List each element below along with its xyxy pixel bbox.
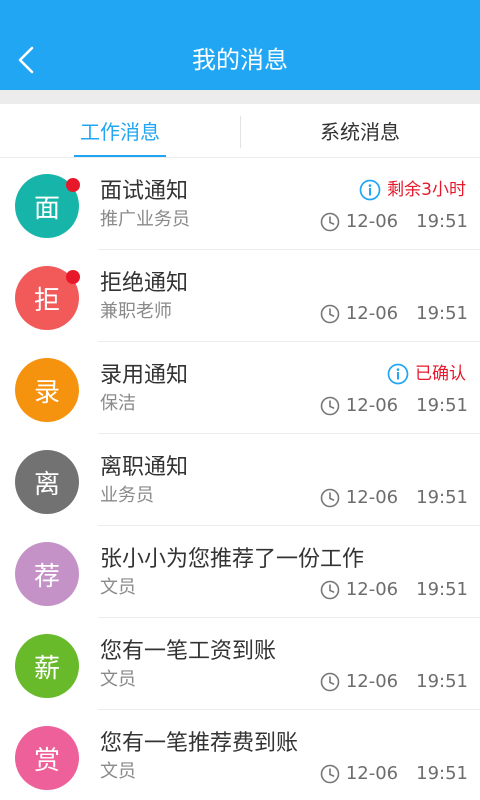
message-subtitle: 保洁 [100, 393, 136, 414]
message-title: 您有一笔推荐费到账 [100, 731, 299, 756]
message-time: 12-06 19:51 [320, 578, 468, 602]
message-avatar: 薪 [15, 634, 79, 698]
message-clock-time: 19:51 [416, 487, 468, 508]
message-status: 剩余3小时 [359, 178, 466, 202]
tab-work-messages[interactable]: 工作消息 [0, 104, 240, 157]
avatar-char: 薪 [33, 653, 60, 684]
message-subtitle: 文员 [100, 669, 136, 690]
message-time: 12-06 19:51 [320, 210, 468, 234]
message-time: 12-06 19:51 [320, 486, 468, 510]
clock-icon [320, 672, 340, 692]
message-time: 12-06 19:51 [320, 302, 468, 326]
message-time: 12-06 19:51 [320, 670, 468, 694]
clock-icon [320, 764, 340, 784]
page-title: 我的消息 [192, 46, 288, 74]
avatar-char: 拒 [33, 285, 60, 316]
message-date: 12-06 [345, 487, 399, 508]
message-date: 12-06 [345, 303, 399, 324]
message-clock-time: 19:51 [416, 395, 468, 416]
message-avatar: 荐 [15, 542, 79, 606]
message-row[interactable]: 赏 您有一笔推荐费到账文员 12-06 19:51 [0, 710, 480, 800]
message-status: 已确认 [387, 362, 466, 386]
message-date: 12-06 [345, 395, 399, 416]
clock-icon [320, 304, 340, 324]
message-row[interactable]: 薪 您有一笔工资到账文员 12-06 19:51 [0, 618, 480, 710]
unread-dot [66, 178, 80, 192]
message-avatar: 赏 [15, 726, 79, 790]
message-row[interactable]: 面 面试通知推广业务员 剩余3小时 12-06 19:51 [0, 158, 480, 250]
avatar-char: 荐 [33, 561, 60, 592]
message-title: 面试通知 [100, 179, 189, 204]
message-clock-time: 19:51 [416, 763, 468, 784]
message-date: 12-06 [345, 671, 399, 692]
status-text: 已确认 [415, 364, 466, 384]
message-clock-time: 19:51 [416, 211, 468, 232]
message-date: 12-06 [345, 579, 399, 600]
message-title: 张小小为您推荐了一份工作 [100, 547, 365, 572]
avatar-char: 面 [33, 193, 60, 224]
clock-icon [320, 488, 340, 508]
clock-icon [320, 580, 340, 600]
message-title: 离职通知 [100, 455, 189, 480]
message-clock-time: 19:51 [416, 303, 468, 324]
message-subtitle: 推广业务员 [100, 209, 190, 230]
message-avatar: 面 [15, 174, 80, 238]
message-row[interactable]: 录 录用通知保洁 已确认 12-06 19:51 [0, 342, 480, 434]
message-title: 拒绝通知 [100, 271, 189, 296]
clock-icon [320, 396, 340, 416]
info-icon [359, 179, 381, 201]
message-date: 12-06 [345, 763, 399, 784]
status-text: 剩余3小时 [387, 180, 466, 200]
avatar-char: 离 [33, 469, 60, 500]
clock-icon [320, 212, 340, 232]
message-date: 12-06 [345, 211, 399, 232]
message-subtitle: 兼职老师 [100, 301, 172, 322]
tab-divider [240, 116, 241, 148]
message-time: 12-06 19:51 [320, 762, 468, 786]
message-clock-time: 19:51 [416, 579, 468, 600]
message-avatar: 拒 [15, 266, 80, 330]
message-avatar: 离 [15, 450, 79, 514]
avatar-char: 录 [33, 377, 60, 408]
message-row[interactable]: 拒 拒绝通知兼职老师 12-06 19:51 [0, 250, 480, 342]
tab-system-messages[interactable]: 系统消息 [240, 104, 480, 157]
message-subtitle: 文员 [100, 577, 136, 598]
message-row[interactable]: 荐 张小小为您推荐了一份工作文员 12-06 19:51 [0, 526, 480, 618]
header-gap [0, 90, 480, 104]
message-subtitle: 文员 [100, 761, 136, 782]
info-icon [387, 363, 409, 385]
avatar-char: 赏 [33, 745, 60, 776]
message-title: 录用通知 [100, 363, 189, 388]
message-subtitle: 业务员 [100, 485, 154, 506]
message-time: 12-06 19:51 [320, 394, 468, 418]
message-avatar: 录 [15, 358, 79, 422]
app-header: 我的消息 [0, 0, 480, 90]
message-clock-time: 19:51 [416, 671, 468, 692]
unread-dot [66, 270, 80, 284]
message-row[interactable]: 离 离职通知业务员 12-06 19:51 [0, 434, 480, 526]
message-title: 您有一笔工资到账 [100, 639, 277, 664]
message-list: 面面试通知 推广业务员 剩余3小时 12-06 19:51 拒拒绝通知 兼职老师 12-06 1… [0, 158, 480, 800]
